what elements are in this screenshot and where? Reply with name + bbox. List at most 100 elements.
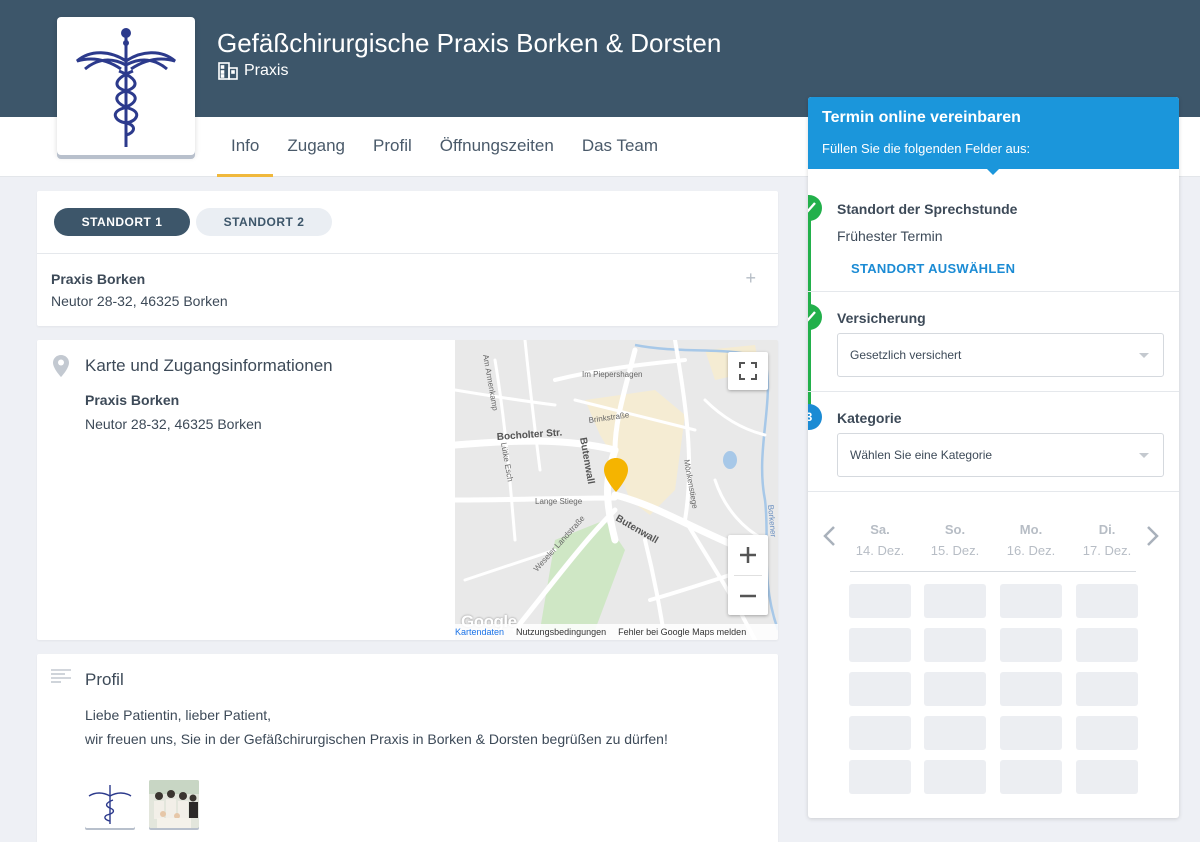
zoom-out-button[interactable] bbox=[728, 576, 768, 615]
calendar-day-sun: So. 15. Dez. bbox=[924, 522, 986, 558]
earliest-appointment-label: Frühester Termin bbox=[837, 228, 943, 244]
map-practice-name: Praxis Borken bbox=[85, 392, 180, 408]
divider bbox=[808, 491, 1179, 492]
location-tabs: STANDORT 1 STANDORT 2 bbox=[54, 208, 332, 236]
chevron-down-icon bbox=[1139, 453, 1149, 458]
minus-icon bbox=[740, 594, 756, 597]
day-name: So. bbox=[944, 522, 966, 537]
time-slot-placeholder bbox=[924, 584, 986, 618]
practice-name: Gefäßchirurgische Praxis Borken & Dorste… bbox=[217, 28, 722, 58]
booking-widget: Termin online vereinbaren Füllen Sie die… bbox=[808, 97, 1179, 818]
fullscreen-icon bbox=[739, 362, 757, 380]
insurance-select-value: Gesetzlich versichert bbox=[850, 348, 962, 362]
category-select-placeholder: Wählen Sie eine Kategorie bbox=[850, 448, 993, 462]
day-name: Mo. bbox=[1019, 522, 1043, 537]
time-slot-placeholder bbox=[849, 716, 911, 750]
step-3-number-badge: 3 bbox=[808, 404, 822, 430]
map-data-link[interactable]: Kartendaten bbox=[455, 627, 504, 637]
time-slot-placeholder bbox=[924, 672, 986, 706]
location-name: Praxis Borken bbox=[51, 271, 146, 287]
chevron-down-icon bbox=[1139, 353, 1149, 358]
calendar-prev-button[interactable] bbox=[822, 525, 836, 554]
time-slot-placeholder bbox=[1076, 628, 1138, 662]
profile-card: Profil Liebe Patientin, lieber Patient, … bbox=[37, 654, 778, 842]
calendar-day-sat: Sa. 14. Dez. bbox=[849, 522, 911, 558]
time-slot-placeholder bbox=[1076, 760, 1138, 794]
step-1-check-icon bbox=[808, 195, 822, 221]
location-address: Neutor 28-32, 46325 Borken bbox=[51, 293, 228, 309]
gallery-thumb-team-photo[interactable] bbox=[149, 780, 199, 828]
terms-link[interactable]: Nutzungsbedingungen bbox=[516, 627, 606, 637]
step-2-label: Versicherung bbox=[837, 310, 926, 326]
gallery-thumb-logo[interactable] bbox=[85, 780, 135, 828]
step-1-label: Standort der Sprechstunde bbox=[837, 201, 1018, 217]
step-2-check-icon bbox=[808, 304, 822, 330]
header-caret bbox=[985, 167, 1001, 175]
profile-greeting: Liebe Patientin, lieber Patient, bbox=[85, 707, 272, 723]
location-tab-2[interactable]: STANDORT 2 bbox=[196, 208, 332, 236]
divider bbox=[37, 253, 778, 254]
nav-tabs: Info Zugang Profil Öffnungszeiten Das Te… bbox=[217, 117, 672, 177]
calendar-next-button[interactable] bbox=[1146, 525, 1160, 554]
step-3-label: Kategorie bbox=[837, 410, 902, 426]
day-date: 17. Dez. bbox=[1082, 543, 1132, 558]
tab-profil[interactable]: Profil bbox=[359, 117, 426, 177]
tab-das-team[interactable]: Das Team bbox=[568, 117, 672, 177]
time-slot-placeholder bbox=[1000, 760, 1062, 794]
practice-type: Praxis bbox=[218, 62, 288, 80]
location-tab-1[interactable]: STANDORT 1 bbox=[54, 208, 190, 236]
day-date: 15. Dez. bbox=[930, 543, 980, 558]
text-lines-icon bbox=[51, 669, 71, 683]
time-slot-placeholder bbox=[924, 760, 986, 794]
time-slot-placeholder bbox=[924, 716, 986, 750]
location-card: STANDORT 1 STANDORT 2 Praxis Borken Neut… bbox=[37, 191, 778, 326]
category-select[interactable]: Wählen Sie eine Kategorie bbox=[837, 433, 1164, 477]
calendar-day-tue: Di. 17. Dez. bbox=[1076, 522, 1138, 558]
map-pin-icon bbox=[53, 355, 69, 377]
time-slot-placeholder bbox=[849, 628, 911, 662]
map-practice-address: Neutor 28-32, 46325 Borken bbox=[85, 416, 262, 432]
insurance-select[interactable]: Gesetzlich versichert bbox=[837, 333, 1164, 377]
day-date: 16. Dez. bbox=[1006, 543, 1056, 558]
booking-subtitle: Füllen Sie die folgenden Felder aus: bbox=[822, 141, 1031, 156]
tab-zugang[interactable]: Zugang bbox=[273, 117, 359, 177]
report-error-link[interactable]: Fehler bei Google Maps melden bbox=[618, 627, 746, 637]
tab-info[interactable]: Info bbox=[217, 117, 274, 177]
team-photo-image bbox=[149, 780, 199, 828]
tab-oeffnungszeiten[interactable]: Öffnungszeiten bbox=[426, 117, 568, 177]
time-slot-placeholder bbox=[849, 760, 911, 794]
time-slot-placeholder bbox=[1000, 672, 1062, 706]
map-footer: Kartendaten Nutzungsbedingungen Fehler b… bbox=[455, 624, 778, 640]
expand-plus-icon[interactable]: + bbox=[745, 268, 756, 289]
caduceus-icon bbox=[76, 28, 176, 147]
street-label: Lange Stiege bbox=[535, 497, 583, 506]
day-name: Di. bbox=[1098, 522, 1116, 537]
building-icon bbox=[218, 62, 238, 80]
map-view[interactable]: Im Piepershagen Brinkstraße Bocholter St… bbox=[455, 340, 778, 640]
profile-title: Profil bbox=[85, 670, 124, 689]
calendar-divider bbox=[850, 571, 1136, 572]
time-slot-placeholder bbox=[1076, 716, 1138, 750]
divider bbox=[808, 391, 1179, 392]
practice-logo bbox=[57, 17, 195, 155]
time-slot-placeholder bbox=[1076, 584, 1138, 618]
chevron-right-icon bbox=[1147, 526, 1159, 546]
fullscreen-button[interactable] bbox=[728, 352, 768, 390]
booking-header: Termin online vereinbaren Füllen Sie die… bbox=[808, 97, 1179, 169]
map-section-title: Karte und Zugangsinformationen bbox=[85, 356, 333, 375]
zoom-in-button[interactable] bbox=[728, 535, 768, 575]
time-slot-placeholder bbox=[1000, 716, 1062, 750]
chevron-left-icon bbox=[823, 526, 835, 546]
time-slot-placeholder bbox=[1000, 584, 1062, 618]
zoom-controls bbox=[728, 535, 768, 615]
booking-title: Termin online vereinbaren bbox=[822, 109, 1021, 126]
day-date: 14. Dez. bbox=[855, 543, 905, 558]
day-name: Sa. bbox=[870, 522, 890, 537]
choose-location-link[interactable]: STANDORT AUSWÄHLEN bbox=[851, 261, 1015, 276]
street-label: Im Piepershagen bbox=[582, 370, 642, 379]
plus-icon bbox=[740, 547, 756, 563]
practice-type-label: Praxis bbox=[244, 62, 289, 79]
time-slot-placeholder bbox=[924, 628, 986, 662]
map-card: Karte und Zugangsinformationen Praxis Bo… bbox=[37, 340, 778, 640]
time-slot-placeholder bbox=[849, 584, 911, 618]
